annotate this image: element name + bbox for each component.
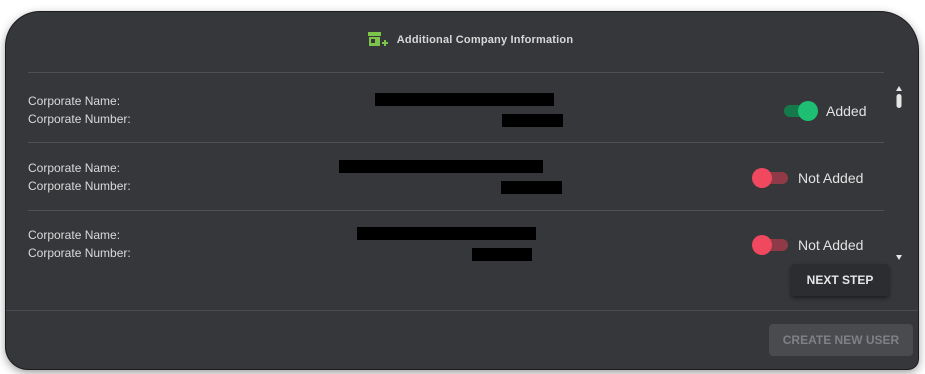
dialog-title: Additional Company Information <box>396 34 574 46</box>
company-toggle[interactable]: Not Added <box>752 168 864 188</box>
row-divider <box>28 142 884 143</box>
header-divider <box>28 72 884 73</box>
corporate-number-redacted <box>472 248 532 261</box>
company-toggle[interactable]: Not Added <box>752 235 864 255</box>
corporate-name-redacted <box>339 160 543 173</box>
toggle-track <box>752 235 788 255</box>
scroll-up-icon[interactable] <box>893 84 905 110</box>
toggle-thumb <box>798 101 818 121</box>
create-new-user-button[interactable]: CREATE NEW USER <box>769 324 913 356</box>
toggle-track <box>752 168 788 188</box>
corporate-number-redacted <box>502 114 563 127</box>
corporate-number-label: Corporate Number: <box>28 112 131 126</box>
footer-divider <box>6 310 918 311</box>
header-title-group: Additional Company Information <box>367 30 574 50</box>
toggle-thumb <box>752 235 772 255</box>
store-plus-icon <box>367 32 388 46</box>
scroll-down-icon[interactable] <box>893 252 905 262</box>
toggle-status-label: Not Added <box>798 237 864 253</box>
corporate-number-redacted <box>501 181 562 194</box>
corporate-number-label: Corporate Number: <box>28 179 131 193</box>
toggle-status-label: Added <box>826 103 867 119</box>
row-divider <box>28 210 884 211</box>
toggle-thumb <box>752 168 772 188</box>
dialog-header: Additional Company Information <box>6 12 918 70</box>
next-step-button[interactable]: NEXT STEP <box>791 264 889 296</box>
toggle-track <box>784 101 818 121</box>
company-row: Corporate Name: Corporate Number: Not Ad… <box>6 217 886 284</box>
corporate-name-label: Corporate Name: <box>28 228 121 242</box>
company-toggle[interactable]: Added <box>784 101 867 121</box>
company-row: Corporate Name: Corporate Number: Not Ad… <box>6 150 886 217</box>
corporate-name-label: Corporate Name: <box>28 94 121 108</box>
corporate-name-redacted <box>357 227 536 240</box>
company-info-dialog: Additional Company Information Corporate… <box>6 12 918 369</box>
corporate-name-label: Corporate Name: <box>28 161 121 175</box>
corporate-name-redacted <box>375 93 554 106</box>
corporate-number-label: Corporate Number: <box>28 246 131 260</box>
company-row: Corporate Name: Corporate Number: Added <box>6 82 886 149</box>
toggle-status-label: Not Added <box>798 170 864 186</box>
